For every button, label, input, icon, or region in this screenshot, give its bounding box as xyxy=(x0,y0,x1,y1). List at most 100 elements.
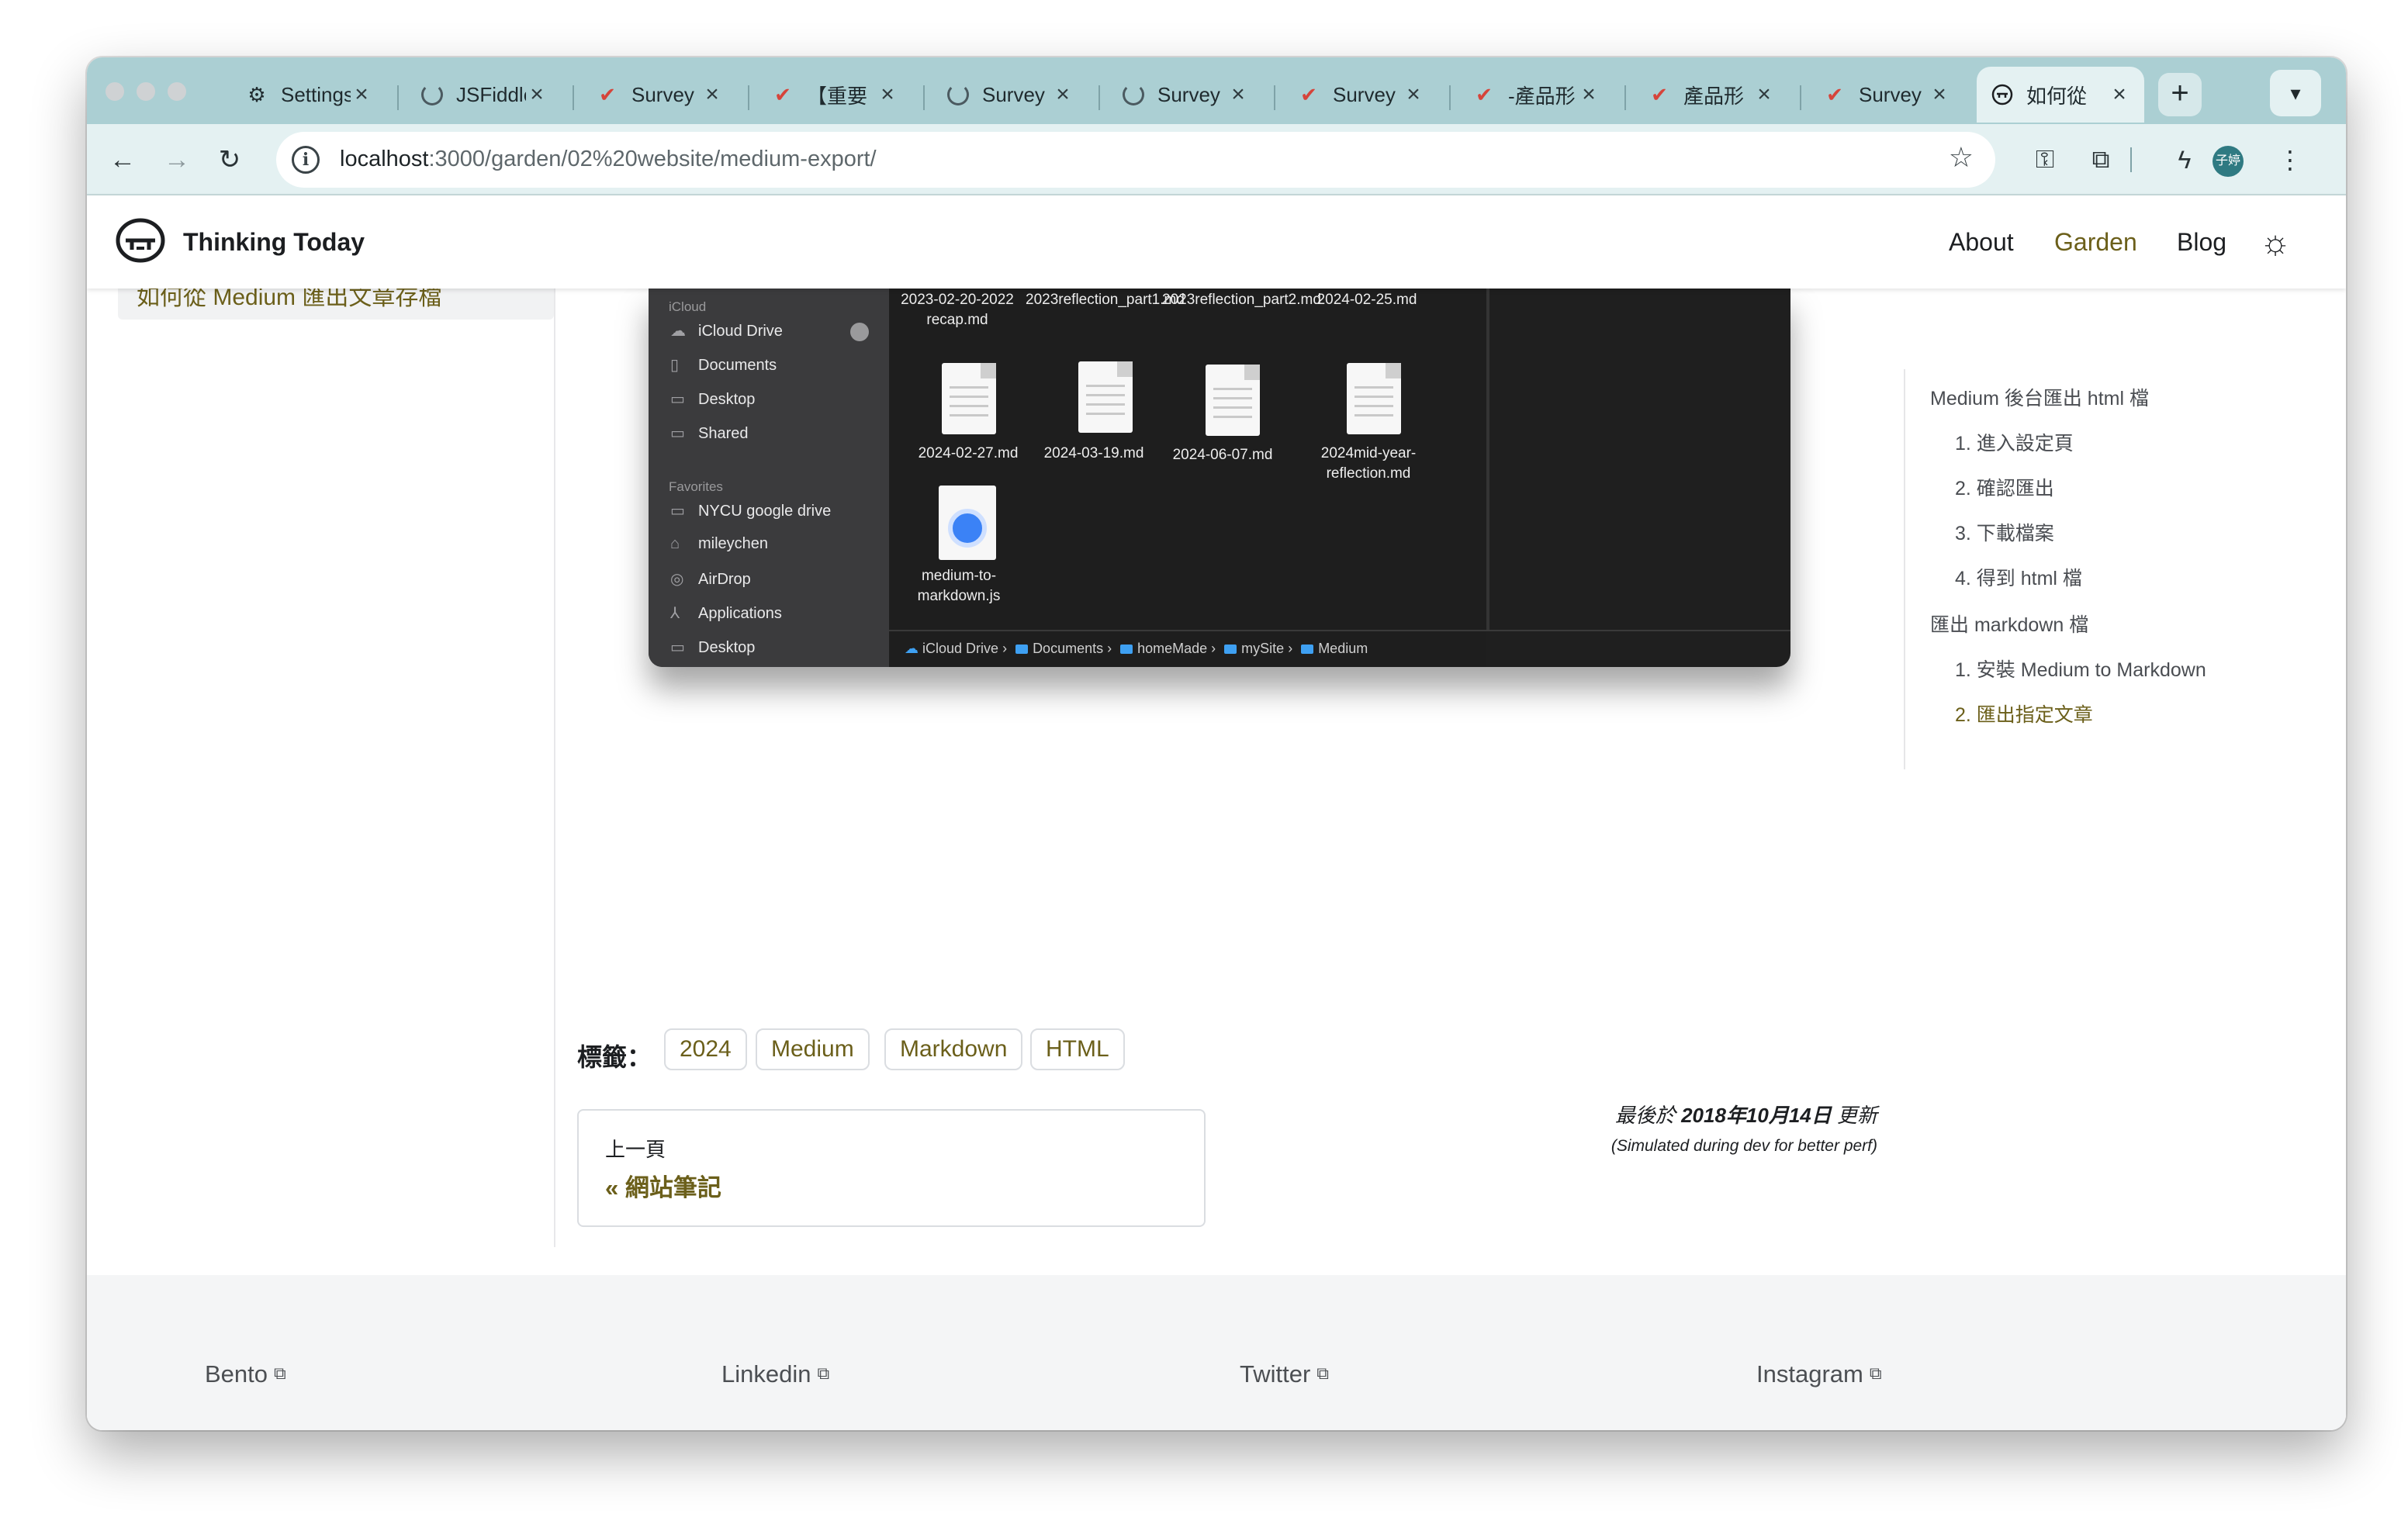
browser-window: ⚙ Settings × JSFiddle × ✔ Survey × ✔ 【重要… xyxy=(87,57,2346,1430)
tab-survey-5[interactable]: ✔ Survey × xyxy=(1809,67,1964,123)
markdown-file-icon xyxy=(942,363,996,434)
address-bar[interactable]: i localhost:3000/garden/02%20website/med… xyxy=(276,132,1995,188)
url-text[interactable]: localhost:3000/garden/02%20website/mediu… xyxy=(340,147,877,172)
tab-product-1[interactable]: ✔ -產品形 × xyxy=(1458,67,1614,123)
previous-page-link[interactable]: 上一頁 « 網站筆記 xyxy=(577,1109,1206,1227)
applications-icon: ⅄ xyxy=(670,605,680,622)
toc-link[interactable]: 1. 進入設定頁 xyxy=(1955,428,2074,456)
footer-link-bento[interactable]: Bento ⧉ xyxy=(205,1360,286,1388)
folder-icon xyxy=(1015,645,1029,655)
tag-chip[interactable]: Markdown xyxy=(884,1028,1023,1070)
tab-search-chevron-icon[interactable]: ▾ xyxy=(2270,70,2321,116)
tab-close-icon[interactable]: × xyxy=(1578,81,1600,108)
tab-settings[interactable]: ⚙ Settings × xyxy=(231,67,386,123)
tab-close-icon[interactable]: × xyxy=(1403,81,1424,108)
folder-icon xyxy=(1301,645,1314,655)
external-link-icon: ⧉ xyxy=(1316,1363,1330,1383)
tab-important[interactable]: ✔ 【重要 × xyxy=(757,67,912,123)
tab-title: Settings xyxy=(281,82,351,106)
nav-blog[interactable]: Blog xyxy=(2177,228,2226,257)
toc-link[interactable]: 3. 下載檔案 xyxy=(1955,518,2054,546)
window-close-dot[interactable] xyxy=(106,82,124,101)
tab-close-icon[interactable]: × xyxy=(877,81,898,108)
tab-close-icon[interactable]: × xyxy=(351,81,372,108)
tab-close-icon[interactable]: × xyxy=(1052,81,1074,108)
dev-note-text: (Simulated during dev for better perf) xyxy=(1611,1137,1877,1155)
extensions-puzzle-icon[interactable]: ⧉ xyxy=(2082,141,2119,178)
footer-link-linkedin[interactable]: Linkedin ⧉ xyxy=(721,1360,829,1388)
toolbar-divider xyxy=(2130,147,2132,172)
file-label: 2023reflection_part1.md xyxy=(1026,292,1185,308)
check-icon: ✔ xyxy=(599,82,616,106)
spinner-icon xyxy=(946,83,970,106)
finder-item: ▭ Shared xyxy=(670,425,749,442)
new-tab-button[interactable]: + xyxy=(2158,73,2202,116)
check-icon: ✔ xyxy=(1300,82,1317,106)
file-label: medium-to-markdown.js xyxy=(917,568,1001,604)
check-icon: ✔ xyxy=(774,82,791,106)
site-title[interactable]: Thinking Today xyxy=(183,228,365,257)
extension-bolt-icon[interactable]: ϟ xyxy=(2166,141,2203,178)
password-key-icon[interactable]: ⚿ xyxy=(2026,141,2064,178)
tab-active-medium-export[interactable]: 如何從 × xyxy=(1977,67,2144,123)
gear-icon: ⚙ xyxy=(247,82,266,106)
bookmark-star-icon[interactable]: ☆ xyxy=(1949,141,1974,174)
browser-menu-icon[interactable]: ⋮ xyxy=(2271,141,2309,178)
back-arrow-icon[interactable]: ← xyxy=(104,141,141,178)
file-label: 2023-02-20-2022 recap.md xyxy=(901,292,1014,328)
tab-close-icon[interactable]: × xyxy=(526,81,548,108)
tab-survey-4[interactable]: ✔ Survey × xyxy=(1283,67,1438,123)
tab-close-icon[interactable]: × xyxy=(1753,81,1775,108)
tab-close-icon[interactable]: × xyxy=(701,81,723,108)
site-info-icon[interactable]: i xyxy=(292,146,320,174)
toc-link[interactable]: 1. 安裝 Medium to Markdown xyxy=(1955,655,2206,683)
footer-link-instagram[interactable]: Instagram ⧉ xyxy=(1756,1360,1882,1388)
finder-path-bar: ☁ iCloud Drive › Documents › homeMade › … xyxy=(889,630,1790,667)
window-minimize-dot[interactable] xyxy=(137,82,155,101)
tab-close-icon[interactable]: × xyxy=(1227,81,1249,108)
tab-close-icon[interactable]: × xyxy=(1929,81,1950,108)
pager-sublabel: 上一頁 xyxy=(605,1138,666,1161)
tab-product-2[interactable]: ✔ 產品形 × xyxy=(1634,67,1789,123)
finder-screenshot-image: iCloud ☁ iCloud Drive ▯ Documents ▭ Desktop… xyxy=(649,289,1790,667)
footer-link-twitter[interactable]: Twitter ⧉ xyxy=(1240,1360,1329,1388)
toc-link[interactable]: 2. 確認匯出 xyxy=(1955,473,2054,501)
profile-avatar[interactable]: 子婷 xyxy=(2213,146,2244,177)
path-segment: homeMade xyxy=(1137,641,1208,656)
reload-icon[interactable]: ↻ xyxy=(211,141,248,178)
tab-survey-2[interactable]: Survey × xyxy=(932,67,1088,123)
toc-link-active[interactable]: 2. 匯出指定文章 xyxy=(1955,700,2093,727)
file-label: 2024-02-27.md xyxy=(918,445,1019,461)
tab-title: Survey xyxy=(982,82,1045,106)
tab-survey-1[interactable]: ✔ Survey × xyxy=(582,67,737,123)
tab-jsfiddle[interactable]: JSFiddle × xyxy=(407,67,562,123)
last-updated-text: 最後於 2018年10月14日 更新 xyxy=(1614,1104,1877,1127)
folder-icon: ▭ xyxy=(670,503,685,520)
check-icon: ✔ xyxy=(1826,82,1843,106)
shared-folder-icon: ▭ xyxy=(670,425,685,442)
toc-link[interactable]: 匯出 markdown 檔 xyxy=(1930,610,2088,638)
site-logo-icon[interactable] xyxy=(115,217,166,264)
forward-arrow-icon[interactable]: → xyxy=(158,141,195,178)
tag-chip[interactable]: 2024 xyxy=(664,1028,747,1070)
desktop-icon: ▭ xyxy=(670,639,685,656)
theme-toggle-sun-icon[interactable]: ☼ xyxy=(2256,223,2295,262)
tag-chip[interactable]: Medium xyxy=(756,1028,870,1070)
table-of-contents: Medium 後台匯出 html 檔 1. 進入設定頁 2. 確認匯出 3. 下… xyxy=(1904,369,2307,769)
toc-link[interactable]: Medium 後台匯出 html 檔 xyxy=(1930,383,2149,411)
airdrop-icon: ◎ xyxy=(670,571,684,588)
file-label: 2024-06-07.md xyxy=(1172,447,1273,463)
markdown-file-icon xyxy=(1078,361,1133,433)
nav-garden[interactable]: Garden xyxy=(2054,228,2137,257)
folder-icon xyxy=(1120,645,1133,655)
check-icon: ✔ xyxy=(1651,82,1668,106)
tab-close-icon[interactable]: × xyxy=(2109,81,2130,108)
finder-preview-divider xyxy=(1486,289,1489,630)
desktop-icon: ▭ xyxy=(670,391,685,408)
nav-about[interactable]: About xyxy=(1949,228,2014,257)
tag-chip[interactable]: HTML xyxy=(1030,1028,1125,1070)
window-zoom-dot[interactable] xyxy=(168,82,186,101)
toc-link[interactable]: 4. 得到 html 檔 xyxy=(1955,563,2082,591)
finder-item: ⅄ Applications xyxy=(670,605,782,622)
tab-survey-3[interactable]: Survey × xyxy=(1108,67,1263,123)
